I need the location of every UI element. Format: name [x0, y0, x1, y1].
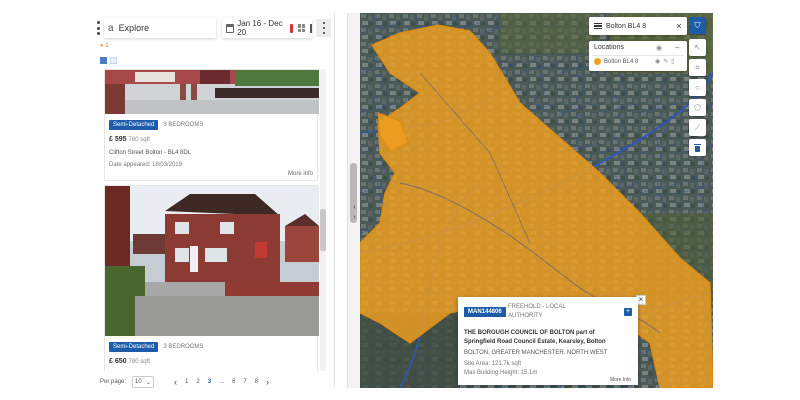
- per-page-select[interactable]: 10 ⌄: [132, 376, 155, 388]
- page-link[interactable]: 7: [243, 379, 246, 385]
- more-info-link[interactable]: More info: [288, 171, 313, 177]
- explore-label: Explore: [118, 23, 150, 33]
- listing-photo[interactable]: [105, 70, 319, 114]
- filter-dot-icon: ●: [100, 43, 104, 49]
- listing-address: Clifton Street Bolton - BL4 8DL: [109, 150, 192, 156]
- tenure-text: FREEHOLD - LOCAL AUTHORITY: [508, 304, 566, 319]
- prev-page-icon[interactable]: ‹: [174, 377, 177, 387]
- listing-card[interactable]: Semi-Detached 3 BEDROOMS £ 595 780 sqft C…: [104, 69, 319, 181]
- per-page-value: 10: [135, 379, 142, 385]
- trash-icon[interactable]: [689, 139, 706, 156]
- date-label: Date appeared:: [109, 162, 151, 168]
- cursor-icon: [310, 23, 312, 33]
- edit-icon[interactable]: ✎: [663, 58, 668, 65]
- price-value: £ 595: [109, 136, 127, 143]
- next-page-icon[interactable]: ›: [266, 377, 269, 387]
- region-text: BOLTON, GREATER MANCHESTER, NORTH WEST: [464, 350, 608, 356]
- page-link[interactable]: 2: [196, 379, 199, 385]
- more-info-link[interactable]: More Info: [610, 377, 631, 383]
- circle-icon[interactable]: ○: [689, 79, 706, 96]
- bedroom-count: 3 BEDROOMS: [163, 122, 204, 128]
- ruler-icon[interactable]: ⟋: [689, 119, 706, 136]
- visibility-icon[interactable]: ◉: [656, 44, 662, 52]
- explore-tab[interactable]: a Explore: [104, 18, 216, 38]
- pagination: Per page: 10 ⌄ ‹ 1 2 3 ... 6 7 8 ›: [100, 375, 326, 389]
- max-height-text: Max Building Height: 15.1m: [464, 370, 538, 376]
- color-swatch-icon: [594, 58, 601, 65]
- property-type-badge: Semi-Detached: [109, 342, 159, 352]
- map-search-box[interactable]: Bolton BL4 8 ×: [589, 17, 687, 35]
- location-actions: ◉ ✎ ▯: [655, 58, 675, 65]
- locations-title: Locations: [594, 44, 624, 51]
- page-list: ‹ 1 2 3 ... 6 7 8 ›: [174, 377, 269, 387]
- listing-price: £ 595 780 sqft: [109, 136, 150, 143]
- calendar-icon: [226, 23, 235, 33]
- bedroom-count: 3 BEDROOMS: [163, 344, 204, 350]
- listing-price: £ 650 780 sqft: [109, 358, 150, 365]
- scrollbar-thumb[interactable]: [320, 209, 326, 251]
- listing-scroll-area[interactable]: Semi-Detached 3 BEDROOMS £ 595 780 sqft C…: [100, 69, 326, 371]
- page-link-current[interactable]: 3: [208, 379, 211, 385]
- date-value: 18/03/2019: [152, 162, 183, 168]
- menu-icon[interactable]: [594, 22, 602, 30]
- app-root: a Explore Jan 16 - Dec 20 ● 1 Semi-Detac…: [0, 0, 800, 400]
- site-area-text: Site Area: 121.7k sqft: [464, 361, 522, 367]
- listing-date: Date appeared: 18/03/2019: [109, 162, 182, 168]
- panel-splitter[interactable]: ‹ ›: [347, 13, 360, 388]
- list-view-toggle[interactable]: [100, 57, 107, 64]
- search-icon: a: [108, 22, 114, 34]
- per-page-label: Per page:: [100, 379, 127, 385]
- chevron-down-icon: ⌄: [146, 379, 152, 386]
- location-item-label: Bolton BL4 8: [604, 58, 639, 65]
- results-panel: a Explore Jan 16 - Dec 20 ● 1 Semi-Detac…: [92, 13, 335, 388]
- visibility-icon[interactable]: ◉: [655, 58, 660, 65]
- page-link[interactable]: 6: [232, 379, 235, 385]
- house-photo-2: [105, 186, 319, 336]
- filter-count[interactable]: ● 1: [100, 43, 109, 49]
- close-icon[interactable]: ×: [674, 21, 684, 31]
- date-range-picker[interactable]: Jan 16 - Dec 20: [222, 18, 312, 38]
- listing-card[interactable]: Semi-Detached 3 BEDROOMS £ 650 780 sqft: [104, 185, 319, 371]
- page-link[interactable]: 8: [255, 379, 258, 385]
- house-photo-1: [105, 70, 319, 114]
- page-ellipsis: ...: [219, 379, 225, 385]
- listing-scrollbar[interactable]: [320, 69, 326, 371]
- locations-panel: Locations ◉ – Bolton BL4 8 ◉ ✎ ▯: [589, 41, 687, 71]
- collapse-icon[interactable]: –: [675, 43, 679, 52]
- panel-toolbar: a Explore Jan 16 - Dec 20: [92, 15, 335, 41]
- delete-icon[interactable]: ▯: [671, 58, 674, 65]
- property-type-badge: Semi-Detached: [109, 120, 159, 130]
- title-info-popup: MAN144806 FREEHOLD - LOCAL AUTHORITY + T…: [458, 297, 638, 385]
- area-value: 780 sqft: [128, 359, 150, 365]
- cursor-icon[interactable]: ↖: [689, 39, 706, 56]
- location-item[interactable]: Bolton BL4 8: [594, 58, 638, 65]
- collapse-arrows-icon[interactable]: ‹ ›: [349, 203, 360, 223]
- area-value: 780 sqft: [128, 137, 150, 143]
- date-range-text: Jan 16 - Dec 20: [237, 19, 283, 37]
- add-icon[interactable]: +: [624, 308, 632, 316]
- clear-date-icon[interactable]: [290, 23, 294, 33]
- owner-text: THE BOROUGH COUNCIL OF BOLTON part of Sp…: [464, 330, 606, 345]
- divider: [592, 55, 684, 56]
- filter-count-label: 1: [105, 43, 109, 49]
- crop-icon[interactable]: ⌗: [689, 59, 706, 76]
- more-icon[interactable]: [316, 19, 331, 37]
- price-value: £ 650: [109, 358, 127, 365]
- grid-view-toggle[interactable]: [110, 57, 117, 64]
- listing-badges: Semi-Detached 3 BEDROOMS: [109, 120, 203, 130]
- listing-badges: Semi-Detached 3 BEDROOMS: [109, 342, 203, 352]
- title-number-badge[interactable]: MAN144806: [464, 307, 506, 317]
- listing-photo[interactable]: [105, 186, 319, 336]
- grid-icon[interactable]: [298, 24, 306, 32]
- map-search-value[interactable]: Bolton BL4 8: [606, 23, 674, 30]
- view-toggles: [100, 57, 117, 64]
- polygon-icon[interactable]: ⬠: [689, 99, 706, 116]
- kebab-icon[interactable]: [96, 21, 100, 35]
- shield-icon[interactable]: ⛉: [689, 17, 706, 34]
- page-link[interactable]: 1: [185, 379, 188, 385]
